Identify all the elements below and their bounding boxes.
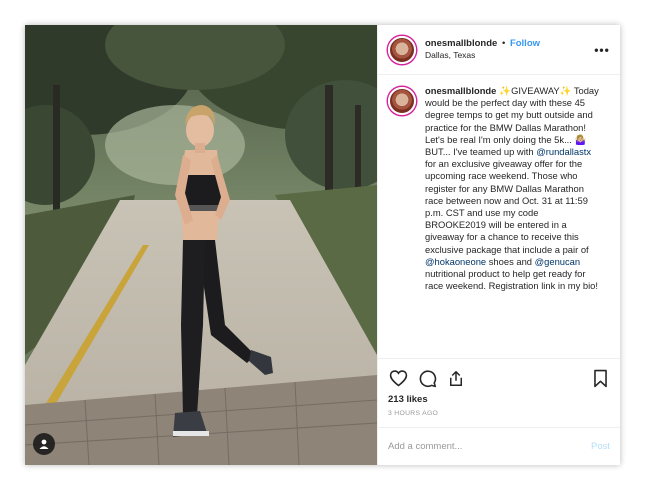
caption-segment: nutritional product to help get ready fo…	[425, 268, 598, 292]
sparkle-emoji: ✨	[559, 85, 572, 96]
caption-segment: shoes and	[486, 255, 535, 267]
like-button[interactable]	[388, 368, 408, 388]
username-link[interactable]: onesmallblonde	[425, 38, 497, 49]
caption-segment: for an exclusive giveaway offer for the …	[425, 158, 589, 255]
shrug-emoji: 🤷🏼‍♀️	[574, 133, 587, 145]
post-side-panel: onesmallblonde • Follow Dallas, Texas ••…	[377, 25, 620, 465]
actions-section: 213 likes 3 HOURS AGO	[378, 358, 620, 427]
user-tag-button[interactable]	[33, 433, 55, 455]
sparkle-emoji: ✨	[499, 85, 512, 96]
comment-icon	[419, 369, 436, 387]
caption-giveaway: GIVEAWAY	[511, 85, 560, 96]
post-photo[interactable]	[25, 25, 377, 465]
share-icon	[450, 370, 462, 386]
mention-link[interactable]: @genucan	[535, 256, 581, 267]
caption-text: onesmallblonde ✨GIVEAWAY✨ Today would be …	[425, 85, 601, 352]
caption-avatar[interactable]	[388, 87, 416, 115]
more-options-icon[interactable]: •••	[594, 43, 610, 57]
post-timestamp[interactable]: 3 HOURS AGO	[388, 410, 610, 417]
caption-username-link[interactable]: onesmallblonde	[425, 85, 496, 96]
bookmark-icon	[593, 369, 607, 387]
runner-photo	[25, 25, 377, 465]
location-link[interactable]: Dallas, Texas	[425, 50, 594, 61]
follow-button[interactable]: Follow	[510, 38, 540, 49]
comment-button[interactable]	[417, 368, 437, 388]
avatar[interactable]	[388, 35, 416, 64]
likes-count[interactable]: 213 likes	[388, 394, 610, 405]
add-comment-bar: Post	[378, 427, 620, 465]
comments-section: onesmallblonde ✨GIVEAWAY✨ Today would be …	[378, 75, 620, 358]
header-top-line: onesmallblonde • Follow	[425, 37, 594, 50]
mention-link[interactable]: @rundallastx	[536, 146, 591, 157]
save-button[interactable]	[590, 368, 610, 388]
comment-input[interactable]	[388, 441, 591, 452]
instagram-post-card: onesmallblonde • Follow Dallas, Texas ••…	[25, 25, 620, 465]
action-icon-row	[388, 367, 610, 389]
share-button[interactable]	[446, 368, 466, 388]
post-header: onesmallblonde • Follow Dallas, Texas ••…	[378, 25, 620, 75]
heart-icon	[389, 370, 407, 387]
post-comment-button[interactable]: Post	[591, 441, 610, 452]
separator-dot: •	[501, 37, 506, 49]
user-tag-icon	[39, 439, 49, 449]
header-text: onesmallblonde • Follow Dallas, Texas	[425, 37, 594, 61]
caption-segment: BUT... I've teamed up with	[425, 146, 537, 158]
mention-link[interactable]: @hokaoneone	[425, 256, 486, 267]
